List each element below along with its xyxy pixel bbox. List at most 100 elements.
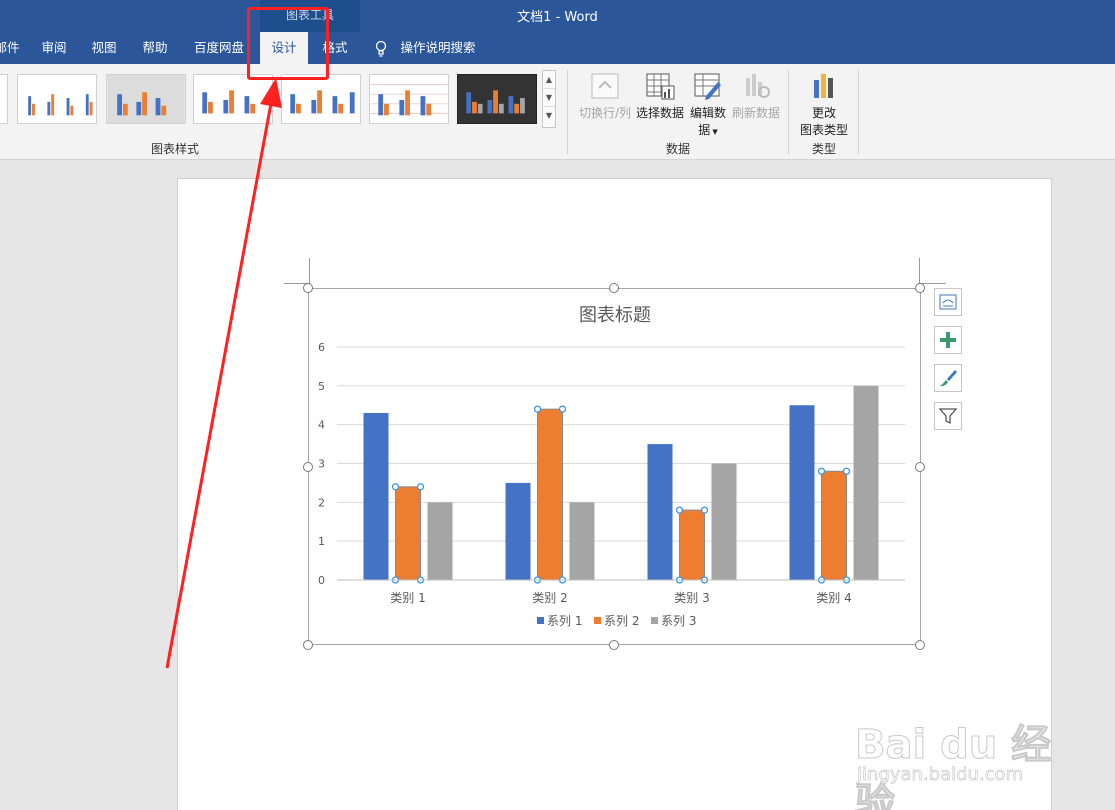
resize-handle[interactable] (303, 283, 313, 293)
refresh-data-icon (746, 74, 770, 98)
resize-handle[interactable] (609, 640, 619, 650)
tab-review[interactable]: 审阅 (34, 32, 74, 64)
x-tick-label: 类别 3 (674, 591, 709, 605)
change-chart-type-button[interactable]: 更改 图表类型 (796, 70, 852, 138)
legend-swatch (537, 617, 544, 624)
tell-me-search[interactable]: 操作说明搜索 (396, 32, 480, 64)
annotation-highlight-box (247, 7, 329, 80)
resize-handle[interactable] (303, 462, 313, 472)
bar-selection-handle (391, 483, 400, 491)
chart-legend[interactable]: 系列 1 系列 2 系列 3 (537, 614, 696, 628)
ribbon: ▲ ▼ ▼ 图表样式 切换行/列 选择数据 编辑数 据 ▼ 刷新数据 数据 更改… (0, 64, 1115, 160)
bar-3-3[interactable] (711, 463, 737, 581)
switch-row-column-button[interactable]: 切换行/列 (576, 70, 634, 121)
gallery-scrollbar[interactable]: ▲ ▼ ▼ (542, 70, 556, 128)
bar-1-3[interactable] (647, 444, 673, 580)
x-tick-label: 类别 4 (816, 591, 851, 605)
edit-data-label-1: 编辑数 (689, 106, 726, 120)
chart-object[interactable]: 图表标题 0123456 类别 1 类别 2 类别 3 类别 4 系列 1 系列 2 系列… (308, 288, 921, 645)
resize-handle[interactable] (915, 283, 925, 293)
refresh-data-button[interactable]: 刷新数据 (730, 70, 782, 121)
group-label-chart-styles: 图表样式 (150, 142, 199, 156)
margin-crop-mark (309, 258, 310, 284)
chart-style-thumb[interactable] (193, 74, 273, 124)
group-separator (788, 70, 789, 154)
switch-row-column-icon (591, 73, 619, 99)
y-tick-label: 5 (318, 380, 325, 393)
margin-crop-mark (919, 258, 920, 284)
bar-2-2[interactable] (537, 408, 563, 581)
bar-3-4[interactable] (853, 385, 879, 580)
y-tick-label: 2 (318, 496, 325, 509)
resize-handle[interactable] (915, 640, 925, 650)
ribbon-tab-row: 邮件 审阅 视图 帮助 百度网盘 设计 格式 操作说明搜索 (0, 32, 1115, 64)
column-chart: 图表标题 0123456 类别 1 类别 2 类别 3 类别 4 系列 1 系列 2 系列… (318, 305, 905, 628)
legend-label: 系列 3 (661, 614, 696, 628)
gallery-scroll-down-icon[interactable]: ▼ (543, 89, 555, 107)
filter-icon (938, 408, 958, 425)
group-label-data: 数据 (665, 142, 690, 156)
switch-row-column-label: 切换行/列 (578, 106, 632, 120)
bar-selection-handle (558, 405, 567, 413)
group-separator (567, 70, 568, 154)
y-tick-label: 1 (318, 535, 325, 548)
y-tick-label: 3 (318, 458, 325, 471)
y-tick-label: 4 (318, 419, 325, 432)
gridlines (337, 346, 905, 581)
change-chart-type-label-2: 图表类型 (799, 123, 848, 137)
bar-selection-handle (533, 405, 542, 413)
bar-1-4[interactable] (789, 405, 815, 580)
select-data-label: 选择数据 (635, 106, 684, 120)
layout-options-icon (939, 294, 957, 310)
title-bar: 文档1 - Word (0, 0, 1115, 32)
group-label-type: 类型 (811, 142, 836, 156)
chart-style-thumb[interactable] (281, 74, 361, 124)
window-title: 文档1 - Word (517, 10, 598, 25)
tab-help[interactable]: 帮助 (134, 32, 176, 64)
chart-style-thumb[interactable] (369, 74, 449, 124)
chart-styles-button[interactable] (934, 364, 962, 392)
bar-3-1[interactable] (427, 502, 453, 580)
gallery-more-icon[interactable]: ▼ (543, 107, 555, 125)
bar-2-4[interactable] (821, 470, 847, 581)
chart-elements-button[interactable] (934, 326, 962, 354)
resize-handle[interactable] (609, 283, 619, 293)
tab-view[interactable]: 视图 (84, 32, 124, 64)
paintbrush-icon (940, 370, 957, 387)
legend-label: 系列 1 (547, 614, 582, 628)
chart-title[interactable]: 图表标题 (579, 305, 651, 326)
lightbulb-icon (375, 40, 387, 57)
group-separator (858, 70, 859, 154)
bar-2-3[interactable] (679, 509, 705, 581)
bar-selection-handle (416, 483, 425, 491)
resize-handle[interactable] (915, 462, 925, 472)
chart-bars (337, 385, 905, 584)
plus-icon (940, 332, 956, 348)
bar-3-2[interactable] (569, 502, 595, 580)
chart-style-thumb[interactable] (457, 74, 537, 124)
edit-data-button[interactable]: 编辑数 据 ▼ (688, 70, 728, 138)
chart-style-thumb[interactable] (0, 74, 8, 124)
select-data-icon (646, 73, 675, 100)
bar-2-1[interactable] (395, 486, 421, 581)
tab-mailings[interactable]: 邮件 (0, 32, 22, 64)
bar-1-1[interactable] (363, 413, 389, 580)
x-tick-label: 类别 2 (532, 591, 567, 605)
bar-1-2[interactable] (505, 482, 531, 580)
tab-baidu-netdisk[interactable]: 百度网盘 (188, 32, 250, 64)
chart-filters-button[interactable] (934, 402, 962, 430)
refresh-data-label: 刷新数据 (731, 106, 780, 120)
bar-selection-handle (817, 467, 826, 475)
x-tick-label: 类别 1 (390, 591, 425, 605)
y-tick-label: 6 (318, 341, 325, 354)
layout-options-button[interactable] (934, 288, 962, 316)
select-data-button[interactable]: 选择数据 (634, 70, 686, 121)
chart-style-thumb[interactable] (17, 74, 97, 124)
resize-handle[interactable] (303, 640, 313, 650)
margin-crop-mark (920, 283, 946, 284)
bar-selection-handle (675, 506, 684, 514)
legend-swatch (651, 617, 658, 624)
chart-style-thumb[interactable] (106, 74, 186, 124)
gallery-scroll-up-icon[interactable]: ▲ (543, 71, 555, 89)
bar-selection-handle (700, 506, 709, 514)
